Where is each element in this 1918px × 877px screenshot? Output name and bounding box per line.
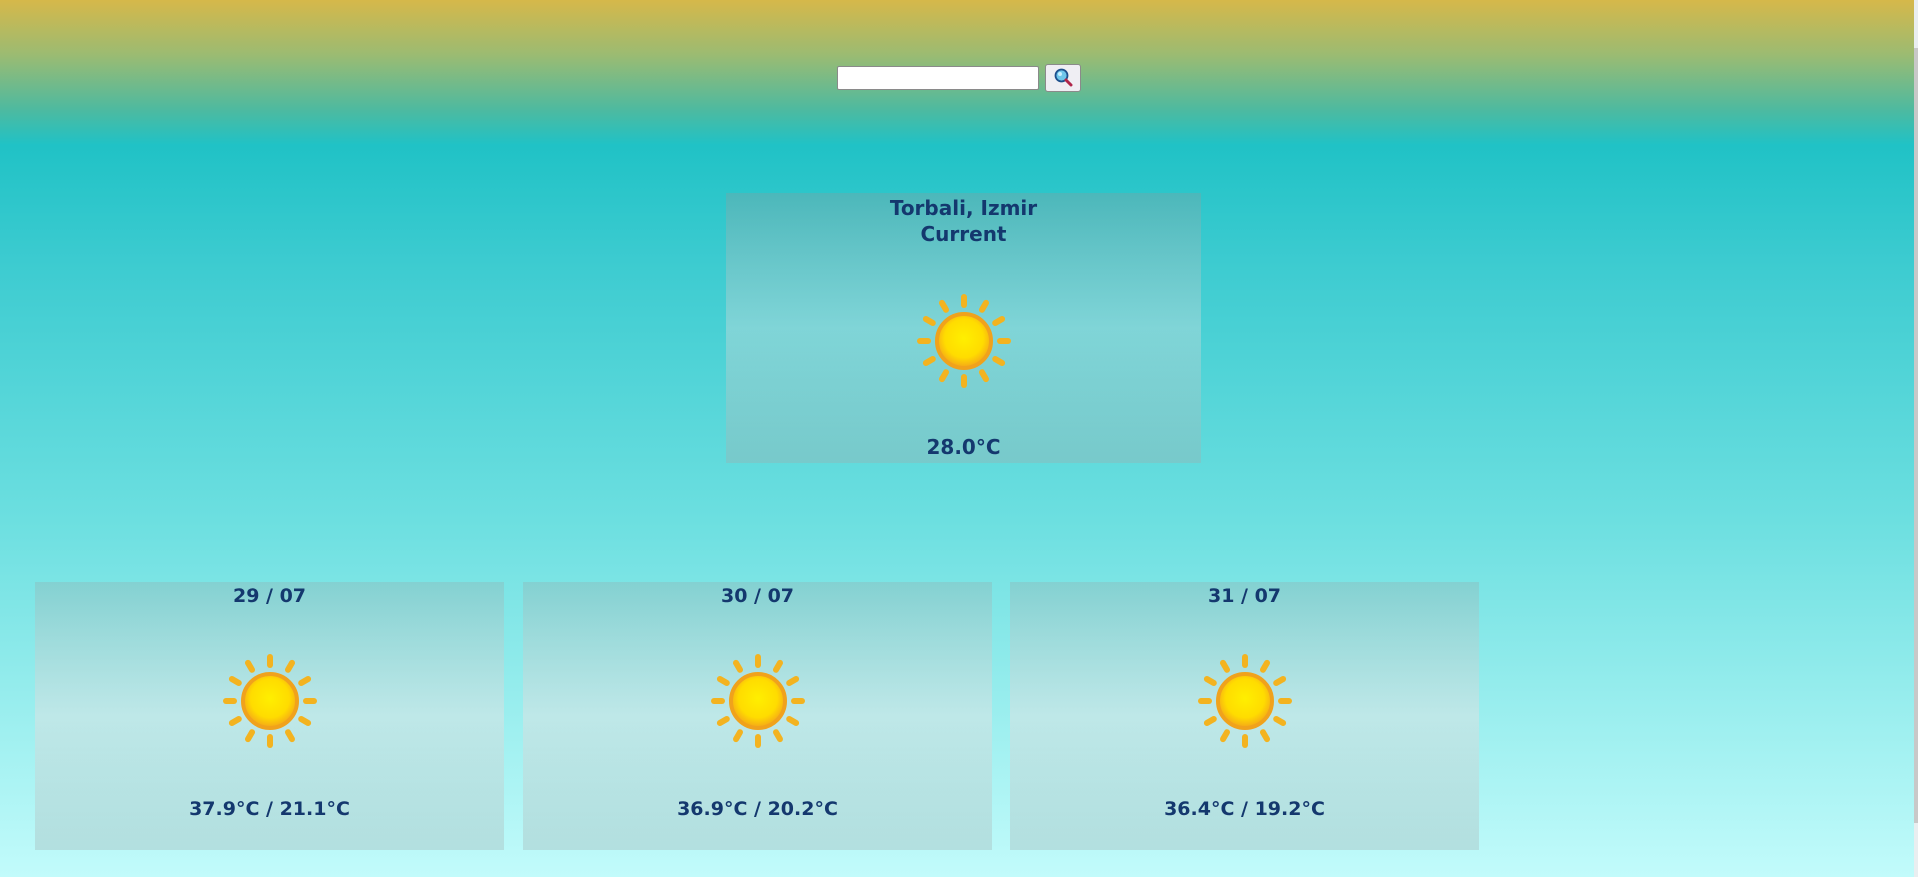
sun-icon	[909, 286, 1019, 396]
scrollbar-thumb[interactable]	[1914, 48, 1918, 823]
forecast-date: 30 / 07	[720, 585, 795, 607]
forecast-date: 31 / 07	[1207, 585, 1282, 607]
city-name: Torbali, Izmir	[889, 196, 1038, 220]
forecast-temperature-range: 37.9°C / 21.1°C	[189, 798, 350, 820]
search-button[interactable]	[1045, 64, 1081, 92]
sun-icon	[1190, 646, 1300, 756]
forecast-temperature-range: 36.4°C / 19.2°C	[1164, 798, 1325, 820]
forecast-temperature-range: 36.9°C / 20.2°C	[677, 798, 838, 820]
sun-icon	[703, 646, 813, 756]
search-bar	[837, 64, 1081, 92]
current-temperature: 28.0°C	[926, 435, 1001, 459]
forecast-card: 29 / 07 37.9°C / 21.1°C	[35, 582, 504, 850]
current-label: Current	[920, 222, 1007, 246]
search-input[interactable]	[837, 66, 1039, 90]
current-weather-card: Torbali, Izmir Current 28.0°C	[726, 193, 1201, 463]
forecast-card: 31 / 07 36.4°C / 19.2°C	[1010, 582, 1479, 850]
forecast-card: 30 / 07 36.9°C / 20.2°C	[523, 582, 992, 850]
forecast-date: 29 / 07	[232, 585, 307, 607]
magnifier-icon	[1053, 67, 1073, 90]
sun-icon	[215, 646, 325, 756]
